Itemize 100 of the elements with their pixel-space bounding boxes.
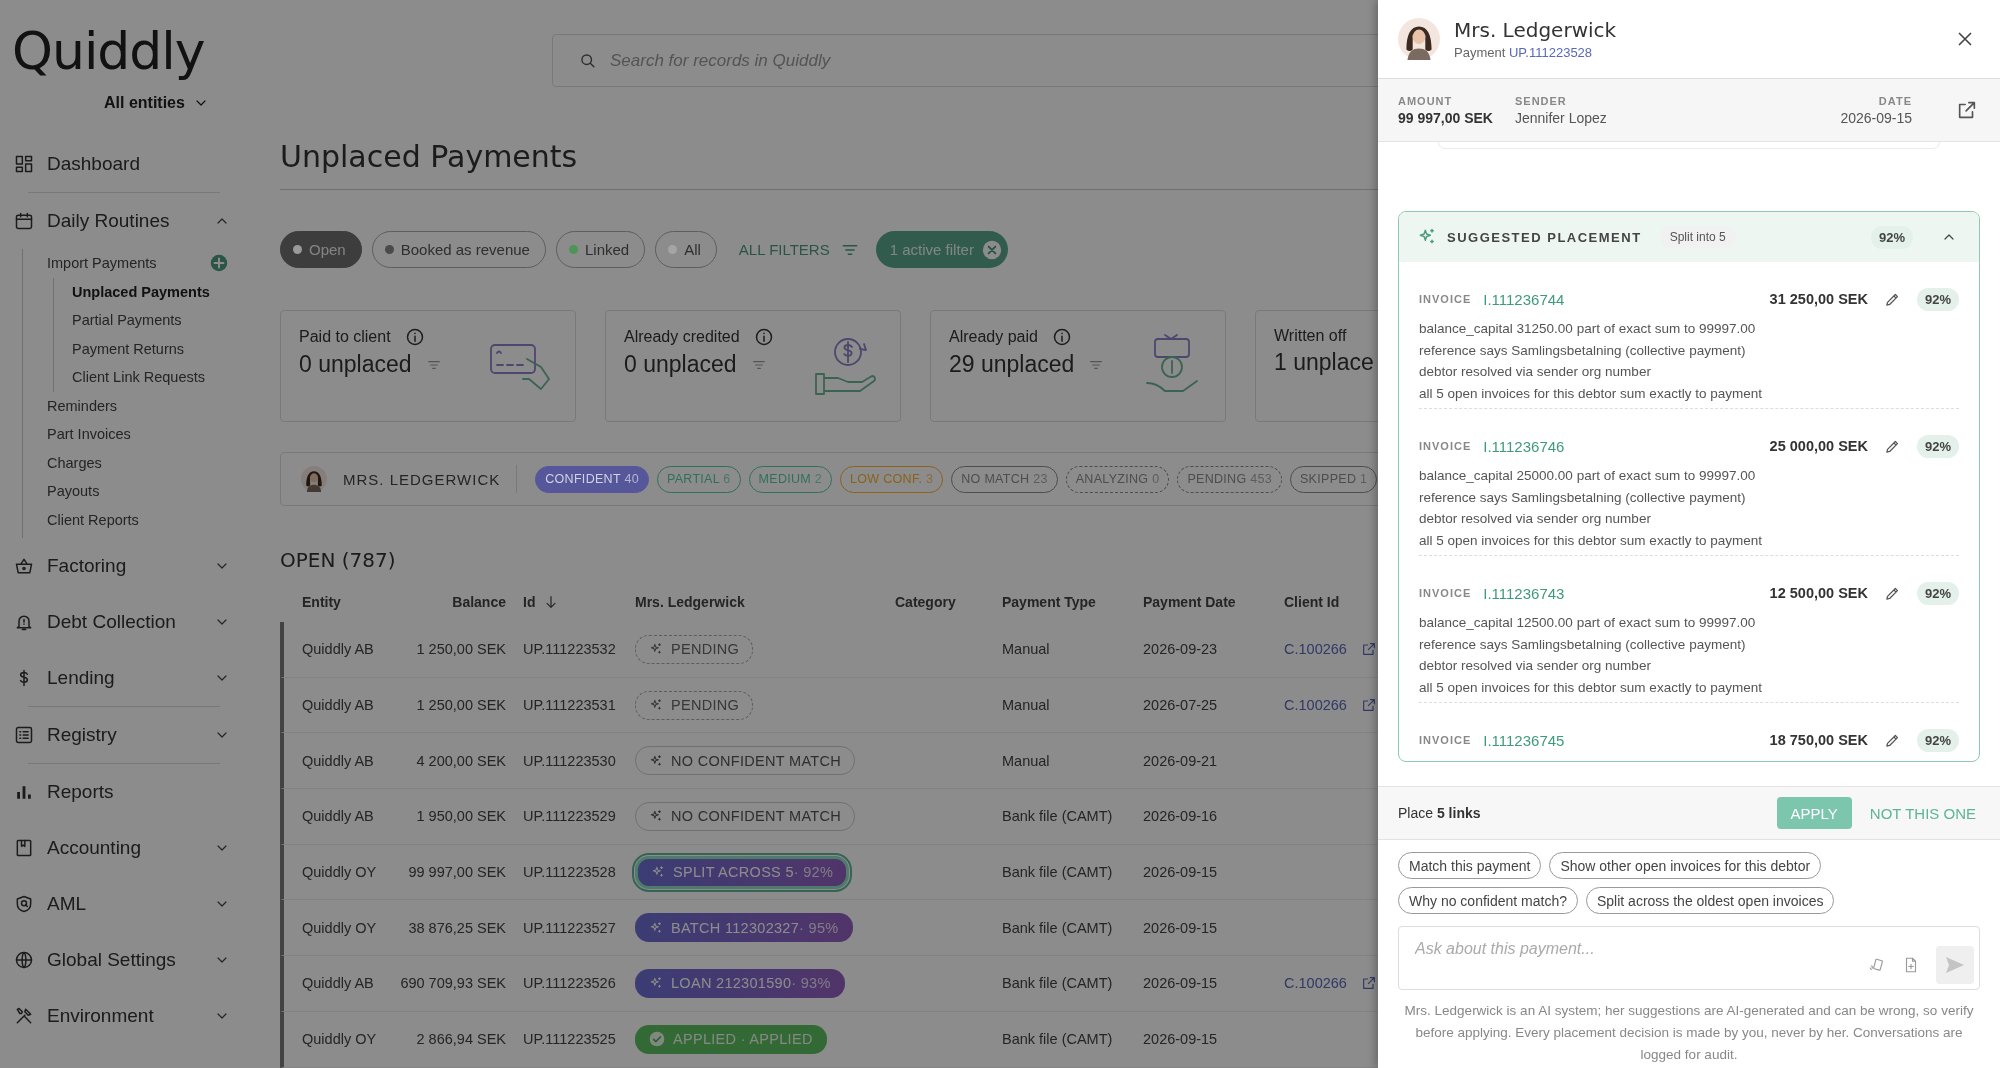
column-header[interactable]: Entity: [284, 594, 388, 610]
suggestion-chip[interactable]: Match this payment: [1398, 852, 1542, 879]
reject-button[interactable]: NOT THIS ONE: [1869, 804, 1976, 822]
nav-item[interactable]: Daily Routines: [14, 193, 236, 249]
confidence-filter-chip[interactable]: CONFIDENT 40: [535, 465, 649, 493]
logo: Quiddly: [11, 20, 205, 83]
info-icon[interactable]: [753, 327, 774, 347]
status-filter-chip[interactable]: Booked as revenue: [371, 231, 546, 268]
suggestion-chip[interactable]: Show other open invoices for this debtor: [1549, 852, 1822, 879]
table-cell-text: UP.111223528: [522, 864, 617, 881]
agent-name: Mrs. Ledgerwick: [1454, 18, 1618, 42]
check-icon: [649, 1031, 665, 1048]
add-icon[interactable]: [210, 254, 228, 273]
external-link-icon[interactable]: [1360, 975, 1377, 992]
section-title: OPEN (787): [280, 548, 397, 572]
match-status-badge[interactable]: SPLIT ACROSS 5· 92%: [635, 855, 850, 889]
clear-icon[interactable]: [981, 239, 1002, 260]
nav-item[interactable]: Debt Collection: [14, 594, 236, 650]
all-filters-button[interactable]: ALL FILTERS: [732, 238, 866, 261]
match-status-badge[interactable]: LOAN 212301590· 93%: [635, 968, 845, 998]
card-header[interactable]: SUGGESTED PLACEMENT Split into 5 92%: [1399, 212, 1979, 262]
sparkle-icon: [649, 920, 663, 935]
sparkle-icon: [649, 976, 663, 991]
nav-item[interactable]: Registry: [14, 707, 236, 763]
summary-card[interactable]: Paid to client 0 unplaced: [280, 310, 576, 422]
table-cell-text: Quiddly AB: [301, 752, 375, 769]
table-cell-text: UP.111223526: [522, 975, 617, 992]
info-icon[interactable]: [1051, 327, 1072, 347]
nav-subitem[interactable]: Client Reports: [47, 505, 139, 534]
page-title: Unplaced Payments: [280, 87, 1378, 190]
table-cell-text: Quiddly OY: [301, 864, 378, 881]
invoice-link[interactable]: I.111236746: [1483, 437, 1758, 455]
suggestion-chip[interactable]: Split across the oldest open invoices: [1586, 887, 1835, 914]
info-icon[interactable]: [404, 327, 425, 347]
summary-card[interactable]: Already paid 29 unplaced: [930, 310, 1226, 422]
nav-subitem[interactable]: Unplaced Payments: [72, 277, 210, 306]
column-header[interactable]: Mrs. Ledgerwick: [635, 594, 895, 610]
table-cell-text: Bank file (CAMT): [1002, 919, 1114, 936]
field-label: SENDER: [1514, 94, 1568, 107]
nav-subitem[interactable]: Import Payments: [47, 249, 157, 278]
match-status-badge[interactable]: BATCH 112302327· 95%: [635, 913, 853, 943]
column-header[interactable]: Payment Type: [1002, 594, 1143, 610]
nav-subitem[interactable]: Payouts: [47, 477, 100, 506]
status-filter-chip[interactable]: All: [655, 231, 717, 268]
payment-link[interactable]: UP.111223528: [1508, 45, 1593, 60]
external-link-icon[interactable]: [1360, 697, 1377, 714]
suggestion-chip[interactable]: Why no confident match?: [1398, 887, 1578, 914]
status-filter-chip[interactable]: Open: [280, 231, 362, 268]
column-header[interactable]: Payment Date: [1143, 594, 1284, 610]
nav-subitem[interactable]: Partial Payments: [72, 306, 182, 335]
reason-text: debtor resolved via sender org number: [1419, 657, 1652, 675]
table-cell-text: 99 997,00 SEK: [407, 864, 507, 881]
sparkle-icon: [649, 642, 663, 657]
nav-item[interactable]: Environment: [14, 988, 236, 1044]
nav-subitem[interactable]: Charges: [47, 448, 102, 477]
external-link-icon[interactable]: [1956, 99, 1978, 121]
nav-item[interactable]: Factoring: [14, 538, 236, 594]
chat-input[interactable]: Ask about this payment...: [1398, 926, 1980, 990]
table-cell-text: UP.111223529: [522, 808, 617, 825]
tilted-card-icon[interactable]: [1868, 956, 1886, 974]
table-cell-text: 2 866,94 SEK: [415, 1031, 507, 1048]
field-label: AMOUNT: [1398, 94, 1454, 107]
match-status-badge[interactable]: NO CONFIDENT MATCH: [635, 746, 855, 776]
avatar-icon: [1398, 18, 1440, 60]
nav-item[interactable]: Dashboard: [14, 136, 236, 192]
external-link-icon[interactable]: [1360, 641, 1377, 658]
search-field[interactable]: Search for records in Quiddly: [552, 34, 1378, 87]
column-header[interactable]: Client Id: [1284, 594, 1378, 610]
tools-icon: [14, 1006, 34, 1026]
list-icon: [14, 725, 34, 745]
nav-subitem[interactable]: Part Invoices: [47, 420, 131, 449]
table-cell-text: Bank file (CAMT): [1002, 808, 1114, 825]
column-header[interactable]: Id: [514, 594, 635, 610]
nav-item[interactable]: Reports: [14, 764, 236, 820]
client-link[interactable]: C.100266: [1284, 975, 1347, 992]
column-header[interactable]: Category: [895, 594, 1002, 610]
column-header[interactable]: Balance: [388, 594, 514, 610]
table-cell-text: Bank file (CAMT): [1002, 864, 1114, 881]
nav-subitem[interactable]: Reminders: [47, 391, 118, 420]
table-cell-text: 2026-09-15: [1143, 864, 1219, 881]
nav-item[interactable]: Accounting: [14, 820, 236, 876]
nav-subitem[interactable]: Payment Returns: [72, 334, 185, 363]
status-filter-chip[interactable]: Linked: [555, 231, 646, 268]
nav-subitem[interactable]: Client Link Requests: [72, 363, 205, 392]
table-cell-text: 690 709,93 SEK: [399, 975, 507, 992]
nav-item[interactable]: AML: [14, 876, 236, 932]
nav-item[interactable]: Lending: [14, 650, 236, 706]
table-cell-text: 2026-09-23: [1143, 641, 1219, 658]
table-cell-text: 38 876,25 SEK: [407, 919, 507, 936]
card-value: 1 unplace: [1274, 349, 1374, 376]
nav-item[interactable]: Global Settings: [14, 932, 236, 988]
summary-card[interactable]: Already credited 0 unplaced: [605, 310, 901, 422]
client-link[interactable]: C.100266: [1284, 641, 1347, 658]
reason-text: balance_capital 12500.00 part of exact sum to 99997.00: [1419, 614, 1757, 632]
invoice-link[interactable]: I.111236743: [1483, 584, 1758, 602]
client-link[interactable]: C.100266: [1284, 697, 1347, 714]
match-status-badge[interactable]: NO CONFIDENT MATCH: [635, 801, 855, 831]
invoice-link[interactable]: I.111236745: [1483, 731, 1758, 749]
invoice-link[interactable]: I.111236744: [1483, 290, 1758, 308]
entity-selector[interactable]: All entities: [104, 92, 209, 114]
